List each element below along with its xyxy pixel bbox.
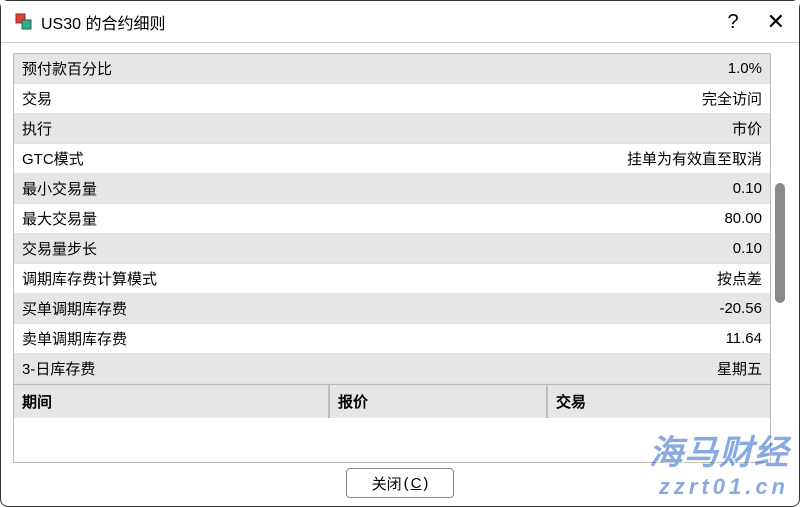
close-button-accel: C (411, 475, 422, 492)
property-value: 0.10 (733, 180, 762, 197)
property-row: 交易 完全访问 (14, 84, 770, 114)
sessions-header: 期间 报价 交易 (14, 384, 770, 418)
property-value: 0.10 (733, 240, 762, 257)
property-row: GTC模式 挂单为有效直至取消 (14, 144, 770, 174)
property-value: 挂单为有效直至取消 (627, 148, 762, 169)
property-row: 买单调期库存费 -20.56 (14, 294, 770, 324)
property-label: 3-日库存费 (22, 358, 95, 379)
column-header-quote[interactable]: 报价 (330, 385, 548, 418)
property-value: 星期五 (717, 358, 762, 379)
property-row: 执行 市价 (14, 114, 770, 144)
scrollbar-thumb[interactable] (775, 183, 785, 303)
property-label: 交易量步长 (22, 238, 97, 259)
property-row: 卖单调期库存费 11.64 (14, 324, 770, 354)
property-row: 交易量步长 0.10 (14, 234, 770, 264)
column-header-trade[interactable]: 交易 (548, 385, 770, 418)
property-row: 调期库存费计算模式 按点差 (14, 264, 770, 294)
property-row: 最小交易量 0.10 (14, 174, 770, 204)
property-label: 买单调期库存费 (22, 298, 127, 319)
property-row: 最大交易量 80.00 (14, 204, 770, 234)
property-row: 预付款百分比 1.0% (14, 54, 770, 84)
column-header-period[interactable]: 期间 (14, 385, 330, 418)
app-icon (15, 13, 33, 31)
content: 预付款百分比 1.0% 交易 完全访问 执行 市价 GTC模式 挂单为有效直至取… (1, 43, 799, 463)
property-label: 执行 (22, 118, 52, 139)
property-value: 1.0% (728, 60, 762, 77)
titlebar: US30 的合约细则 ? ✕ (1, 1, 799, 43)
property-value: -20.56 (719, 300, 762, 317)
property-value: 11.64 (726, 330, 762, 347)
property-row: 3-日库存费 星期五 (14, 354, 770, 384)
close-button[interactable]: 关闭 (C) (346, 468, 454, 498)
property-value: 市价 (732, 118, 762, 139)
property-value: 按点差 (717, 268, 762, 289)
property-label: 最大交易量 (22, 208, 97, 229)
property-label: GTC模式 (22, 148, 84, 169)
property-label: 交易 (22, 88, 52, 109)
close-button-label: 关闭 (372, 473, 402, 494)
window-close-button[interactable]: ✕ (767, 11, 785, 33)
property-label: 调期库存费计算模式 (22, 268, 157, 289)
titlebar-actions: ? ✕ (727, 11, 785, 33)
property-value: 完全访问 (702, 88, 762, 109)
help-button[interactable]: ? (727, 12, 738, 32)
property-value: 80.00 (724, 210, 762, 227)
property-label: 卖单调期库存费 (22, 328, 127, 349)
property-label: 最小交易量 (22, 178, 97, 199)
footer: 关闭 (C) (1, 468, 799, 498)
window-title: US30 的合约细则 (41, 10, 727, 34)
scrollbar[interactable] (773, 53, 787, 463)
properties-list: 预付款百分比 1.0% 交易 完全访问 执行 市价 GTC模式 挂单为有效直至取… (13, 53, 771, 463)
property-label: 预付款百分比 (22, 58, 112, 79)
